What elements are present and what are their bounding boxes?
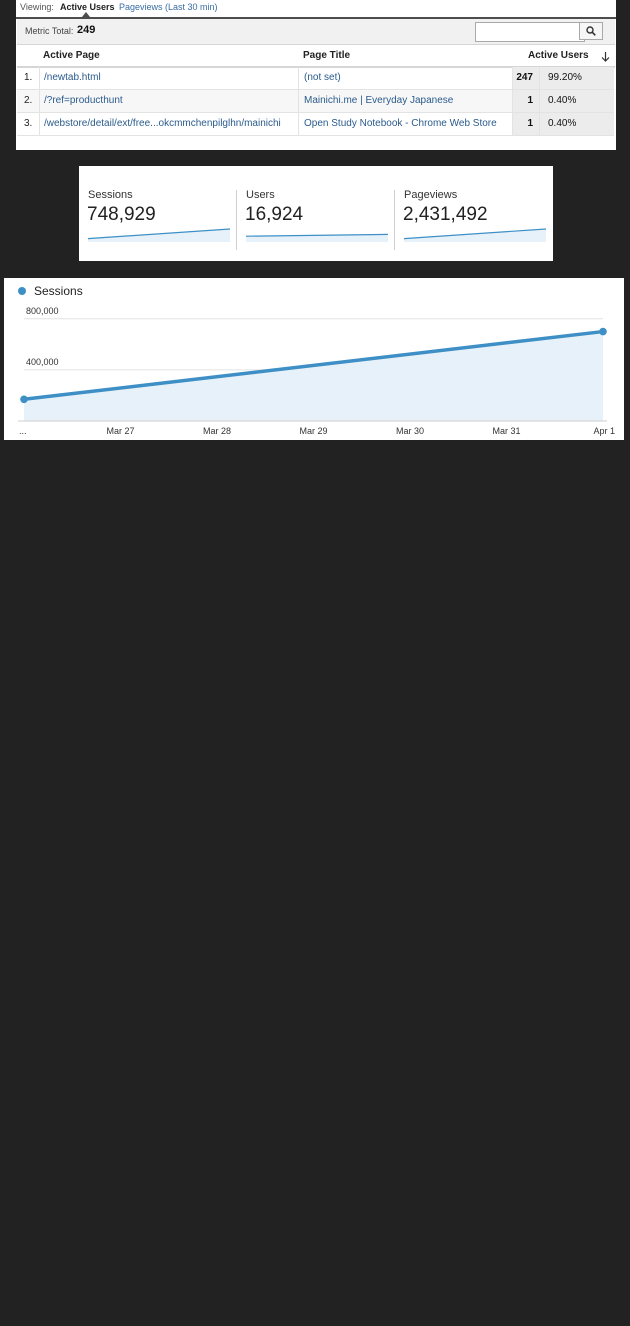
sessions-chart: Sessions 800,000 400,000... Mar 27 Mar 28 Mar…	[18, 284, 615, 436]
x-tick-label: Mar 27	[106, 426, 134, 436]
sparkline	[246, 233, 388, 242]
active-page-link[interactable]: /webstore/detail/ext/free...okcmmchenpil…	[44, 118, 281, 129]
column-page-title[interactable]: Page Title	[303, 50, 350, 61]
sparkline	[88, 228, 230, 242]
active-users-percent: 0.40%	[548, 118, 577, 129]
legend-dot	[18, 287, 26, 295]
page-title-link[interactable]: Mainichi.me | Everyday Japanese	[304, 95, 453, 106]
table-row: 1. /newtab.html (not set) 247 99.20%	[17, 67, 614, 90]
sessions-chart-panel: Sessions 800,000 400,000... Mar 27 Mar 28 Mar…	[4, 278, 624, 440]
active-page-link[interactable]: /?ref=producthunt	[44, 95, 123, 106]
active-users-percent: 0.40%	[548, 95, 577, 106]
table-row: 3. /webstore/detail/ext/free...okcmmchen…	[17, 113, 614, 136]
summary-users: Users 16,924	[237, 166, 393, 261]
active-page-link[interactable]: /newtab.html	[44, 72, 101, 83]
summary-panel: Sessions 748,929 Users 16,924 Pageviews …	[79, 166, 553, 261]
column-active-page[interactable]: Active Page	[43, 50, 100, 61]
metric-total-label: Metric Total:	[25, 26, 74, 36]
metric-total-bar: Metric Total: 249	[17, 19, 615, 45]
search-icon	[586, 26, 596, 36]
series-area	[24, 331, 603, 421]
summary-value: 2,431,492	[403, 204, 488, 225]
data-point[interactable]	[599, 327, 607, 336]
viewing-label: Viewing:	[20, 2, 54, 12]
x-tick-label: Mar 30	[396, 426, 424, 436]
summary-label: Users	[246, 189, 275, 201]
table-header: Active Page Page Title Active Users	[17, 45, 615, 68]
active-users-count: 247	[516, 72, 533, 83]
tab-active-users[interactable]: Active Users	[60, 2, 115, 12]
data-point[interactable]	[20, 395, 28, 404]
x-tick-label: Mar 29	[299, 426, 327, 436]
x-tick-label: Apr 1	[593, 426, 615, 436]
summary-value: 16,924	[245, 204, 304, 225]
page-title-link[interactable]: (not set)	[304, 72, 341, 83]
x-tick-label: Mar 28	[203, 426, 231, 436]
realtime-panel: Viewing: Active Users Pageviews (Last 30…	[16, 0, 616, 150]
y-tick-label: 400,000	[26, 357, 59, 367]
row-number: 3.	[24, 118, 33, 129]
x-tick-label: ...	[19, 426, 27, 436]
tab-pageviews[interactable]: Pageviews (Last 30 min)	[119, 2, 218, 12]
view-selector: Viewing: Active Users Pageviews (Last 30…	[16, 0, 616, 19]
legend-label: Sessions	[34, 284, 83, 298]
y-tick-label: 800,000	[26, 306, 59, 316]
summary-pageviews: Pageviews 2,431,492	[395, 166, 551, 261]
search-button[interactable]	[579, 22, 603, 40]
active-tab-caret-icon	[82, 12, 90, 17]
page-title-link[interactable]: Open Study Notebook - Chrome Web Store	[304, 118, 497, 129]
x-tick-label: Mar 31	[492, 426, 520, 436]
summary-sessions: Sessions 748,929	[79, 166, 235, 261]
active-users-percent: 99.20%	[548, 72, 582, 83]
summary-label: Pageviews	[404, 189, 458, 201]
row-number: 2.	[24, 95, 33, 106]
search-input[interactable]	[475, 22, 585, 42]
column-active-users[interactable]: Active Users	[528, 50, 589, 61]
sort-down-arrow-icon[interactable]	[601, 52, 610, 62]
summary-value: 748,929	[87, 204, 156, 225]
metric-total-value: 249	[77, 24, 96, 36]
sparkline	[404, 228, 546, 242]
active-users-count: 1	[527, 95, 533, 106]
table-row: 2. /?ref=producthunt Mainichi.me | Every…	[17, 90, 614, 113]
active-users-count: 1	[527, 118, 533, 129]
summary-label: Sessions	[88, 189, 133, 201]
row-number: 1.	[24, 72, 33, 83]
